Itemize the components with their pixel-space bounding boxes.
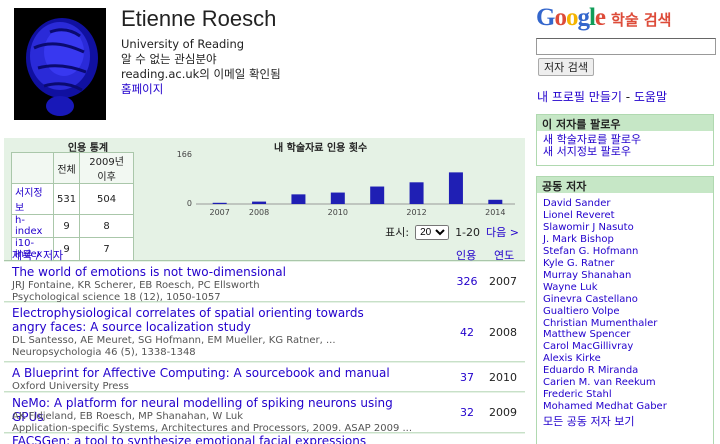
cited-by-link[interactable]: 37 <box>452 371 482 384</box>
coauthor-link[interactable]: Stefan G. Hofmann <box>543 246 707 258</box>
publication-authors: Oxford University Press <box>12 381 129 392</box>
coauthor-link[interactable]: Carien M. van Reekum <box>543 377 707 389</box>
follow-header: 이 저자를 팔로우 <box>537 115 713 131</box>
follow-new-citations-link[interactable]: 새 서지정보 팔로우 <box>543 145 707 158</box>
chart-xtick-2008: 2008 <box>249 208 269 217</box>
publication-row: Electrophysiological correlates of spati… <box>4 303 525 362</box>
show-label: 표시: <box>385 226 410 239</box>
publication-year: 2010 <box>489 371 517 384</box>
coauthor-link[interactable]: David Sander <box>543 198 707 210</box>
page-range: 1-20 <box>455 225 481 239</box>
profile-name: Etienne Roesch <box>121 6 277 31</box>
publication-row: The world of emotions is not two-dimensi… <box>4 262 525 303</box>
sort-by-title-link[interactable]: 제목 / 저자 <box>12 249 63 262</box>
coauthor-list: David Sander Lionel Reveret Slawomir J Nas… <box>537 193 713 431</box>
all-coauthors-link[interactable]: 모든 공동 저자 보기 <box>543 416 707 428</box>
scholar-label: 학술 검색 <box>611 11 672 29</box>
author-search-button[interactable]: 저자 검색 <box>538 58 594 76</box>
sort-by-year-link[interactable]: 연도 <box>494 249 514 262</box>
publication-list-header: 제목 / 저자 인용 연도 <box>4 245 525 262</box>
publication-year: 2008 <box>489 326 517 339</box>
profile-photo <box>14 8 106 120</box>
help-link[interactable]: 도움말 <box>634 90 667 104</box>
coauthor-link[interactable]: Wayne Luk <box>543 282 707 294</box>
coauthor-link[interactable]: Christian Mumenthaler <box>543 318 707 330</box>
cited-by-link[interactable]: 42 <box>452 326 482 339</box>
chart-xtick-2007: 2007 <box>210 208 230 217</box>
chart-bar-2013 <box>448 172 463 204</box>
coauthors-box: 공동 저자 David Sander Lionel Reveret Slawomir… <box>536 176 714 444</box>
chart-xtick-2012: 2012 <box>406 208 426 217</box>
profile-affiliation: University of Reading <box>121 37 245 51</box>
publication-year: 2009 <box>489 406 517 419</box>
create-profile-link[interactable]: 내 프로필 만들기 <box>537 90 622 104</box>
publication-title-link[interactable]: The world of emotions is not two-dimensi… <box>12 265 402 279</box>
coauthor-link[interactable]: Mohamed Medhat Gaber <box>543 401 707 413</box>
coauthor-link[interactable]: Murray Shanahan <box>543 270 707 282</box>
per-page-select[interactable]: 20 <box>415 224 450 240</box>
cited-by-link[interactable]: 326 <box>452 275 482 288</box>
publication-venue: Neuropsychologia 46 (5), 1338-1348 <box>12 347 196 358</box>
publication-row: A Blueprint for Affective Computing: A s… <box>4 363 525 392</box>
coauthor-link[interactable]: Carol MacGillivray <box>543 341 707 353</box>
coauthor-link[interactable]: Kyle G. Ratner <box>543 258 707 270</box>
follow-box: 이 저자를 팔로우 새 학술자료를 팔로우 새 서지정보 팔로우 <box>536 114 714 166</box>
coauthor-link[interactable]: Slawomir J Nasuto <box>543 222 707 234</box>
chart-bar-2008 <box>252 201 267 204</box>
chart-bar-2012 <box>409 182 424 204</box>
stat-value: 531 <box>52 183 81 215</box>
homepage-link[interactable]: 홈페이지 <box>121 82 163 96</box>
stat-citations-link[interactable]: 서지정보 <box>15 188 43 214</box>
coauthor-link[interactable]: Eduardo R Miranda <box>543 365 707 377</box>
coauthors-header: 공동 저자 <box>537 177 713 193</box>
stat-value: 8 <box>79 214 135 238</box>
chart-bar-2014 <box>488 199 503 204</box>
col-all: 전체 <box>52 152 81 184</box>
publication-row: NeMo: A platform for neural modelling of… <box>4 393 525 434</box>
chart-bar-2010 <box>330 192 345 204</box>
profile-email-verified: reading.ac.uk의 이메일 확인됨 <box>121 67 281 81</box>
chart-bar-2009 <box>291 194 306 204</box>
coauthor-link[interactable]: Matthew Spencer <box>543 329 707 341</box>
chart-bar-2011 <box>370 186 385 204</box>
publication-authors: AK Fidjeland, EB Roesch, MP Shanahan, W … <box>12 411 244 422</box>
chart-xtick-2010: 2010 <box>328 208 348 217</box>
publication-row: FACSGen: a tool to synthesize emotional … <box>4 434 525 444</box>
coauthor-link[interactable]: Frederic Stahl <box>543 389 707 401</box>
publication-title-link[interactable]: FACSGen: a tool to synthesize emotional … <box>12 434 402 444</box>
google-scholar-logo[interactable]: Google 학술 검색 <box>536 4 671 32</box>
col-since: 2009년 이후 <box>79 152 135 184</box>
coauthor-link[interactable]: J. Mark Bishop <box>543 234 707 246</box>
coauthor-link[interactable]: Lionel Reveret <box>543 210 707 222</box>
publication-authors: DL Santesso, AE Meuret, SG Hofmann, EM M… <box>12 335 336 346</box>
author-search-input[interactable] <box>536 38 716 55</box>
stat-value: 9 <box>52 214 81 238</box>
publication-title-link[interactable]: A Blueprint for Affective Computing: A s… <box>12 366 402 380</box>
chart-ytick-min: 0 <box>187 199 192 208</box>
citations-bar-chart: 166 0 2007 2008 2010 2012 2014 <box>177 150 515 217</box>
coauthor-link[interactable]: Ginevra Castellano <box>543 294 707 306</box>
brain-image <box>14 8 106 120</box>
main-panel: 인용 통계 전체 2009년 이후 서지정보 531 504 h-index 9… <box>4 138 525 444</box>
publication-authors: JRJ Fontaine, KR Scherer, EB Roesch, PC … <box>12 280 260 291</box>
cited-by-link[interactable]: 32 <box>452 406 482 419</box>
coauthor-link[interactable]: Gualtiero Volpe <box>543 306 707 318</box>
stat-value: 504 <box>79 183 135 215</box>
profile-interests: 알 수 없는 관심분야 <box>121 52 217 66</box>
publication-year: 2007 <box>489 275 517 288</box>
coauthor-link[interactable]: Alexis Kirke <box>543 353 707 365</box>
next-page-link[interactable]: 다음 > <box>486 224 519 240</box>
chart-xtick-2014: 2014 <box>485 208 505 217</box>
pagination-controls: 표시: 20 1-20 다음 > <box>385 224 519 240</box>
profile-links: 내 프로필 만들기 - 도움말 <box>537 90 668 104</box>
chart-ytick-max: 166 <box>177 150 192 159</box>
chart-bar-2007 <box>212 202 227 204</box>
stat-hindex-link[interactable]: h-index <box>15 215 42 237</box>
publication-title-link[interactable]: Electrophysiological correlates of spati… <box>12 306 402 334</box>
sort-by-cited-link[interactable]: 인용 <box>456 249 476 262</box>
